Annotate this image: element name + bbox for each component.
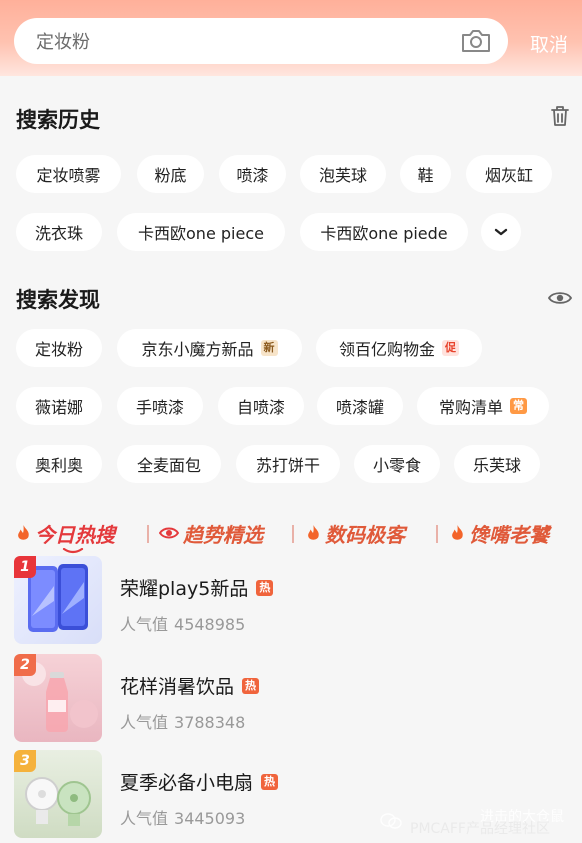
- discover-chip[interactable]: 全麦面包: [117, 445, 221, 483]
- discover-chip-label: 京东小魔方新品: [141, 340, 254, 359]
- rank-number: 2: [14, 654, 36, 676]
- frequent-badge: 常: [510, 398, 527, 414]
- popularity-label: 人气值: [120, 615, 169, 634]
- hot-badge: 热: [261, 773, 279, 790]
- search-placeholder: 定妆粉: [36, 32, 90, 53]
- expand-history-button[interactable]: [481, 213, 521, 251]
- new-badge: 新: [260, 340, 278, 356]
- watermark: 进击的大仓鼠 PMCAFF产品经理社区: [380, 806, 575, 837]
- discover-chip-label: 自喷漆: [236, 398, 285, 417]
- history-chip[interactable]: 卡西欧one piede: [300, 213, 468, 251]
- popularity-label: 人气值: [120, 809, 169, 828]
- tab-label: 趋势精选: [183, 522, 263, 547]
- tab-divider: [147, 525, 149, 543]
- product-name-text: 荣耀play5新品: [120, 578, 249, 600]
- discover-chip-label: 全麦面包: [136, 456, 201, 475]
- popularity-value: 3445093: [174, 809, 246, 828]
- discover-chip[interactable]: 小零食: [354, 445, 440, 483]
- flame-icon: [452, 525, 463, 540]
- discover-chip[interactable]: 京东小魔方新品新: [117, 329, 302, 367]
- history-chip[interactable]: 卡西欧one piece: [117, 213, 285, 251]
- flame-icon: [308, 525, 319, 540]
- product-name: 夏季必备小电扇热: [120, 768, 279, 795]
- tab-divider: [292, 525, 294, 543]
- tab-label: 数码极客: [325, 522, 405, 547]
- discover-chip[interactable]: 手喷漆: [117, 387, 203, 425]
- popularity: 人气值 3788348: [120, 709, 245, 733]
- eye-icon[interactable]: [548, 290, 572, 306]
- discover-chip-label: 小零食: [372, 456, 421, 475]
- cancel-button[interactable]: 取消: [530, 30, 568, 57]
- discover-chip[interactable]: 喷漆罐: [317, 387, 403, 425]
- tab-label: 馋嘴老饕: [469, 522, 549, 547]
- tab-divider: [436, 525, 438, 543]
- active-tab-indicator: [62, 548, 84, 554]
- history-chip[interactable]: 定妆喷雾: [16, 155, 121, 193]
- rank-number: 3: [14, 750, 36, 772]
- discover-chip[interactable]: 奥利奥: [16, 445, 102, 483]
- ranking-item[interactable]: 2 花样消暑饮品热 人气值 3788348: [14, 654, 574, 742]
- ranking-item[interactable]: 1 荣耀play5新品热 人气值 4548985: [14, 556, 574, 644]
- popularity-label: 人气值: [120, 713, 169, 732]
- hot-badge: 热: [256, 579, 274, 596]
- discover-chip[interactable]: 苏打饼干: [236, 445, 340, 483]
- discover-chip[interactable]: 定妆粉: [16, 329, 102, 367]
- history-chip[interactable]: 泡芙球: [300, 155, 386, 193]
- discover-chip-label: 苏打饼干: [255, 456, 320, 475]
- product-name: 花样消暑饮品热: [120, 672, 260, 699]
- discover-chip-label: 定妆粉: [34, 340, 83, 359]
- trash-icon[interactable]: [550, 105, 570, 127]
- history-chip[interactable]: 粉底: [137, 155, 204, 193]
- search-header: 定妆粉 取消: [0, 0, 582, 76]
- discover-title: 搜索发现: [16, 288, 100, 312]
- popularity: 人气值 4548985: [120, 611, 245, 635]
- wechat-icon: [380, 813, 402, 829]
- chevron-down-icon: [494, 228, 508, 236]
- discover-chip[interactable]: 薇诺娜: [16, 387, 102, 425]
- tab-label: 今日热搜: [35, 522, 115, 547]
- discover-chip[interactable]: 常购清单常: [417, 387, 549, 425]
- history-chip[interactable]: 喷漆: [219, 155, 286, 193]
- history-title: 搜索历史: [16, 108, 100, 132]
- discover-chip[interactable]: 乐芙球: [454, 445, 540, 483]
- discover-chip-label: 手喷漆: [135, 398, 184, 417]
- product-name-text: 夏季必备小电扇: [120, 772, 254, 794]
- popularity: 人气值 3445093: [120, 805, 245, 829]
- history-chip[interactable]: 鞋: [400, 155, 451, 193]
- tab-foodie[interactable]: 馋嘴老饕: [450, 516, 549, 550]
- promo-badge: 促: [442, 340, 459, 356]
- tab-today-hot[interactable]: 今日热搜: [16, 516, 115, 550]
- discover-chip[interactable]: 自喷漆: [218, 387, 304, 425]
- popularity-value: 3788348: [174, 713, 246, 732]
- popularity-value: 4548985: [174, 615, 246, 634]
- product-name: 荣耀play5新品热: [120, 574, 274, 601]
- discover-chip-label: 常购清单: [438, 398, 503, 417]
- tab-digital[interactable]: 数码极客: [306, 516, 405, 550]
- tab-trend[interactable]: 趋势精选: [159, 516, 263, 550]
- flame-icon: [18, 525, 29, 540]
- product-name-text: 花样消暑饮品: [120, 676, 235, 698]
- eye-icon: [159, 527, 179, 539]
- history-chip[interactable]: 烟灰缸: [466, 155, 552, 193]
- search-input[interactable]: 定妆粉: [14, 18, 508, 64]
- discover-chip-label: 奥利奥: [34, 456, 83, 475]
- hot-tabs: 今日热搜 趋势精选 数码极客 馋嘴老饕: [14, 516, 574, 550]
- hot-badge: 热: [242, 677, 260, 694]
- camera-icon[interactable]: [460, 28, 492, 54]
- discover-chip[interactable]: 领百亿购物金促: [316, 329, 482, 367]
- watermark-sub: PMCAFF产品经理社区: [410, 821, 550, 837]
- discover-chip-label: 喷漆罐: [335, 398, 384, 417]
- discover-chip-label: 领百亿购物金: [338, 340, 435, 359]
- history-chip[interactable]: 洗衣珠: [16, 213, 102, 251]
- rank-number: 1: [14, 556, 36, 578]
- discover-chip-label: 乐芙球: [472, 456, 521, 475]
- discover-chip-label: 薇诺娜: [34, 398, 83, 417]
